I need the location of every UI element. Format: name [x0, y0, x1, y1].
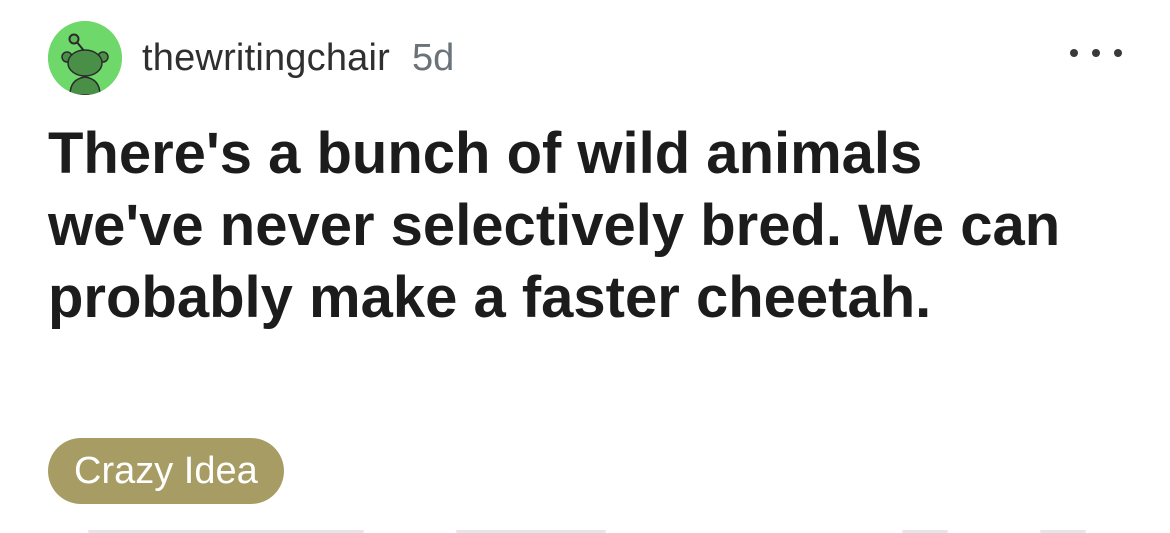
post-header: thewritingchair 5d	[48, 20, 454, 96]
more-dot	[1114, 49, 1122, 57]
post-title[interactable]: There's a bunch of wild animals we've ne…	[48, 118, 1068, 334]
snoo-icon[interactable]	[48, 21, 122, 95]
more-options-icon[interactable]	[1070, 38, 1122, 68]
post-card[interactable]: thewritingchair 5d There's a bunch of wi…	[0, 0, 1170, 533]
more-dot	[1092, 49, 1100, 57]
action-bar	[0, 526, 1170, 533]
post-age: 5d	[412, 36, 455, 79]
author-username[interactable]: thewritingchair	[142, 37, 390, 80]
post-flair[interactable]: Crazy Idea	[48, 438, 284, 504]
more-dot	[1070, 49, 1078, 57]
